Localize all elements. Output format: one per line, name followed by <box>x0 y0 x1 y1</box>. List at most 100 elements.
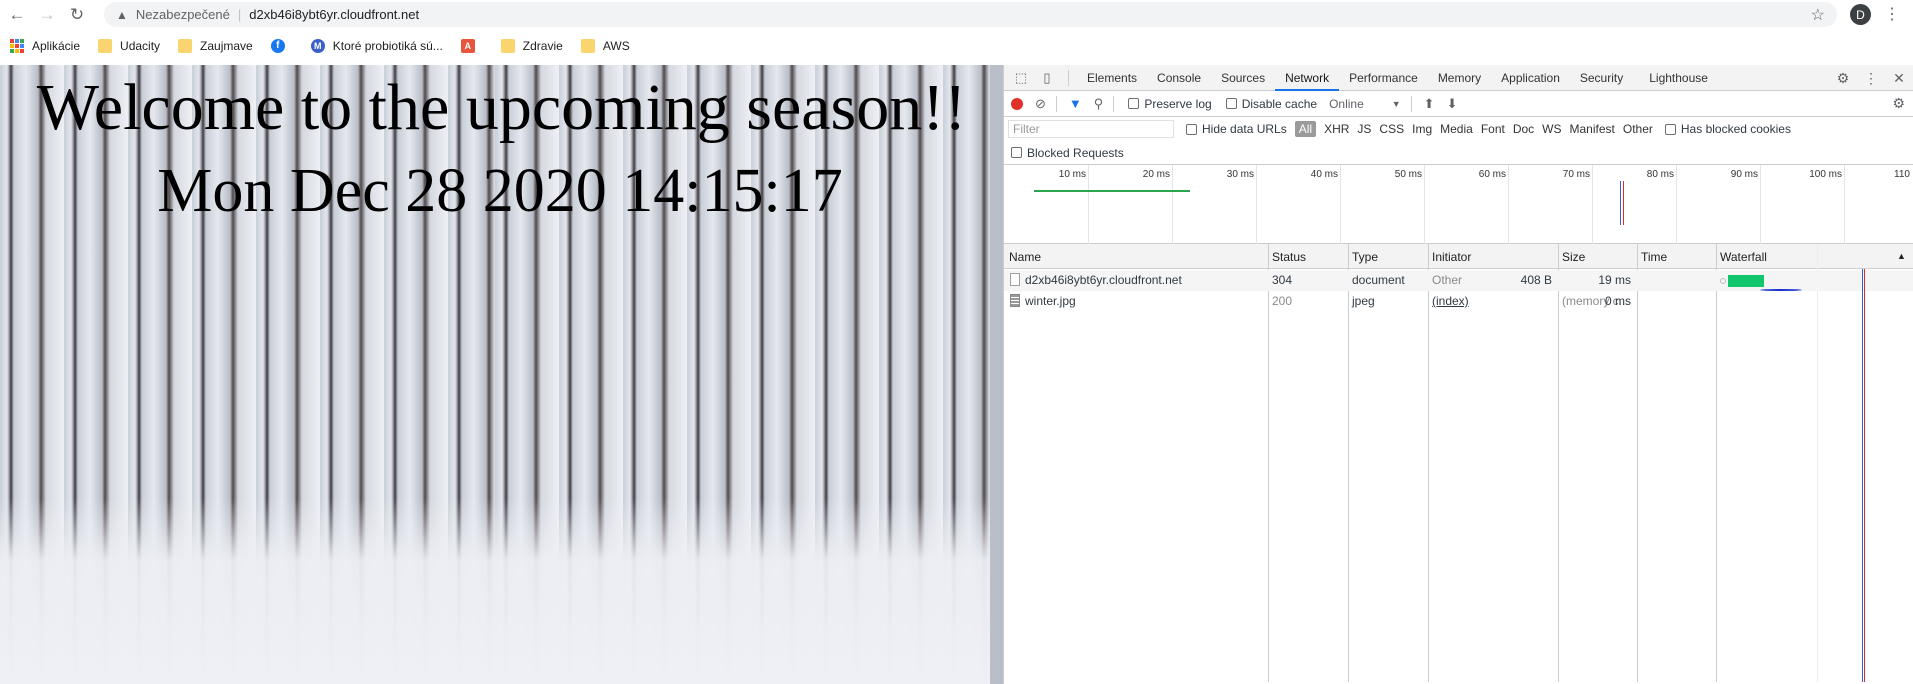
network-settings-gear-icon[interactable]: ⚙ <box>1892 95 1905 112</box>
inspect-element-icon[interactable]: ⬚ <box>1008 70 1034 86</box>
folder-icon <box>98 38 113 53</box>
bookmark-zdravie[interactable]: Zdravie <box>500 38 563 53</box>
reload-icon[interactable]: ↻ <box>64 2 90 28</box>
filter-type-media[interactable]: Media <box>1440 122 1473 136</box>
settings-gear-icon[interactable]: ⚙ <box>1829 70 1857 87</box>
clear-icon[interactable]: ⊘ <box>1035 96 1046 112</box>
request-name[interactable]: winter.jpg <box>1010 294 1076 308</box>
filter-type-xhr[interactable]: XHR <box>1324 122 1349 136</box>
table-row[interactable]: d2xb46i8ybt6yr.cloudfront.net 304 docume… <box>1004 270 1913 291</box>
filter-type-ws[interactable]: WS <box>1542 122 1561 136</box>
bookmark-label: Ktoré probiotiká sú... <box>332 38 443 53</box>
record-icon[interactable] <box>1011 97 1023 110</box>
tab-elements[interactable]: Elements <box>1077 65 1147 91</box>
blocked-requests-checkbox[interactable]: Blocked Requests <box>1011 146 1124 160</box>
disable-cache-checkbox[interactable]: Disable cache <box>1225 97 1317 111</box>
column-header-name[interactable]: Name <box>1009 250 1041 264</box>
request-name[interactable]: d2xb46i8ybt6yr.cloudfront.net <box>1010 273 1182 287</box>
column-header-size[interactable]: Size <box>1562 250 1585 264</box>
column-header-time[interactable]: Time <box>1641 250 1667 264</box>
apps-grid-icon <box>10 38 24 53</box>
facebook-icon: f <box>270 38 285 53</box>
tab-console[interactable]: Console <box>1147 65 1211 91</box>
bookmark-star-icon[interactable]: ☆ <box>1811 5 1825 25</box>
tick-label: 110 <box>1894 169 1910 180</box>
checkbox-box[interactable] <box>1011 147 1022 158</box>
search-icon[interactable]: ⚲ <box>1094 96 1104 112</box>
filter-type-doc[interactable]: Doc <box>1513 122 1534 136</box>
table-row[interactable]: winter.jpg 200 jpeg (index) (memory c...… <box>1004 291 1913 312</box>
request-initiator-link[interactable]: (index) <box>1432 294 1469 308</box>
export-har-icon[interactable]: ⬇ <box>1447 96 1458 112</box>
site-a-icon: A <box>460 38 475 53</box>
tab-network[interactable]: Network <box>1275 65 1340 91</box>
more-options-icon[interactable]: ⋮ <box>1857 70 1885 87</box>
tab-security[interactable]: Security <box>1570 65 1633 91</box>
bookmark-aws[interactable]: AWS <box>580 38 630 53</box>
url-text[interactable]: d2xb46i8ybt6yr.cloudfront.net <box>249 7 419 22</box>
has-blocked-cookies-checkbox[interactable]: Has blocked cookies <box>1664 122 1791 136</box>
filter-type-js[interactable]: JS <box>1357 122 1371 136</box>
filter-type-img[interactable]: Img <box>1412 122 1432 136</box>
network-overview-timeline[interactable]: 10 ms 20 ms 30 ms 40 ms 50 ms 60 ms 70 m… <box>1004 165 1913 244</box>
column-header-waterfall[interactable]: Waterfall <box>1720 250 1767 264</box>
filter-input[interactable]: Filter <box>1008 120 1174 138</box>
checkbox-box[interactable] <box>1186 123 1197 135</box>
column-header-initiator[interactable]: Initiator <box>1432 250 1471 264</box>
profile-avatar[interactable]: D <box>1850 4 1871 25</box>
bookmark-probiotics[interactable]: M Ktoré probiotiká sú... <box>310 38 443 53</box>
tick-label: 50 ms <box>1394 169 1422 180</box>
request-status: 304 <box>1272 273 1293 287</box>
column-header-type[interactable]: Type <box>1352 250 1378 264</box>
dom-content-loaded-line <box>1862 269 1863 682</box>
request-type: jpeg <box>1352 294 1375 308</box>
page-heading: Welcome to the upcoming season!! <box>36 71 967 144</box>
preserve-log-checkbox[interactable]: Preserve log <box>1128 97 1212 111</box>
back-arrow-icon[interactable]: ← <box>4 2 30 28</box>
checkbox-box[interactable] <box>1664 123 1676 135</box>
close-icon[interactable]: ✕ <box>1885 70 1913 87</box>
tick-label: 90 ms <box>1730 169 1758 180</box>
bookmark-udacity[interactable]: Udacity <box>98 38 160 53</box>
filter-bar: Filter Hide data URLs All XHR JS CSS Img… <box>1004 117 1913 141</box>
filter-type-other[interactable]: Other <box>1623 122 1653 136</box>
tab-performance[interactable]: Performance <box>1339 65 1428 91</box>
checkbox-box[interactable] <box>1225 98 1237 109</box>
table-header: Name Status Type Initiator Size Time Wat… <box>1004 244 1913 269</box>
divider <box>1055 95 1057 112</box>
address-bar[interactable]: ▲ Nezabezpečené | d2xb46i8ybt6yr.cloudfr… <box>104 2 1837 27</box>
checkbox-box[interactable] <box>1128 98 1140 109</box>
device-toolbar-icon[interactable]: ▯ <box>1034 70 1060 86</box>
tick-label: 40 ms <box>1310 169 1338 180</box>
divider <box>1113 95 1115 112</box>
bookmark-facebook[interactable]: f <box>270 38 293 53</box>
throttling-select[interactable]: Online ▼ <box>1329 97 1401 111</box>
gridline <box>1256 165 1257 244</box>
column-header-status[interactable]: Status <box>1272 250 1306 264</box>
tab-memory[interactable]: Memory <box>1428 65 1491 91</box>
tick-label: 20 ms <box>1142 169 1170 180</box>
gridline <box>1676 165 1677 244</box>
bookmark-apps[interactable]: Aplikácie <box>10 38 80 53</box>
bookmark-site-a[interactable]: A <box>460 38 483 53</box>
forward-arrow-icon[interactable]: → <box>34 2 60 28</box>
tab-sources[interactable]: Sources <box>1211 65 1275 91</box>
hide-data-urls-checkbox[interactable]: Hide data URLs <box>1186 122 1287 136</box>
bookmark-label: Zdravie <box>522 38 563 53</box>
tab-application[interactable]: Application <box>1491 65 1570 91</box>
filter-type-css[interactable]: CSS <box>1379 122 1404 136</box>
security-label: Nezabezpečené <box>135 7 230 22</box>
waterfall-bar[interactable] <box>1728 275 1764 287</box>
import-har-icon[interactable]: ⬆ <box>1424 96 1435 112</box>
tab-lighthouse[interactable]: Lighthouse <box>1639 65 1718 91</box>
chevron-down-icon: ▼ <box>1391 98 1401 109</box>
browser-menu-icon[interactable]: ⋮ <box>1884 4 1900 24</box>
bookmark-zaujmave[interactable]: Zaujmave <box>178 38 253 53</box>
tick-label: 100 ms <box>1809 169 1842 180</box>
sort-ascending-icon[interactable]: ▲ <box>1897 251 1906 261</box>
filter-type-font[interactable]: Font <box>1481 122 1505 136</box>
filter-funnel-icon[interactable]: ▼ <box>1069 96 1082 111</box>
filter-type-all[interactable]: All <box>1294 121 1317 137</box>
filter-type-manifest[interactable]: Manifest <box>1570 122 1615 136</box>
network-controls: ⊘ ▼ ⚲ Preserve log Disable cache Online … <box>1004 91 1913 117</box>
